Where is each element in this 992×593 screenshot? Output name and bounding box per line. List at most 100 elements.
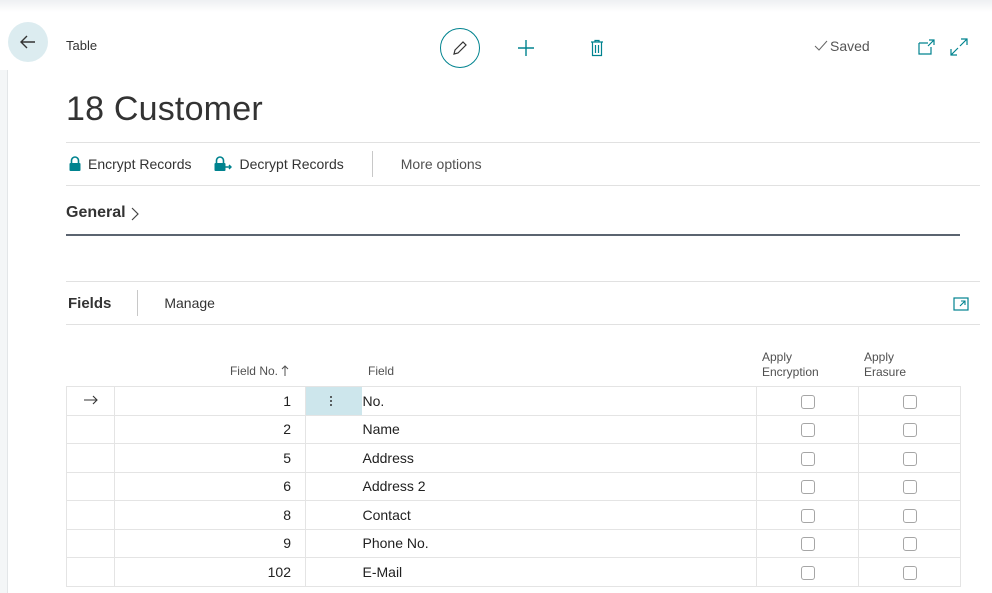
field-no-cell[interactable]: 5 bbox=[114, 443, 306, 473]
row-indicator-cell[interactable] bbox=[66, 386, 115, 416]
field-name-cell[interactable]: No. bbox=[361, 386, 757, 416]
more-vertical-icon[interactable] bbox=[318, 387, 344, 415]
field-no-cell[interactable]: 102 bbox=[114, 557, 306, 587]
decrypt-records-action[interactable]: Decrypt Records bbox=[213, 156, 344, 172]
table-row[interactable]: 102 E-Mail bbox=[66, 557, 961, 587]
manage-menu-button[interactable]: Manage bbox=[164, 295, 215, 311]
apply-erasure-cell bbox=[858, 557, 961, 587]
field-name-cell[interactable]: Address bbox=[361, 443, 757, 473]
field-name-cell[interactable]: Contact bbox=[361, 500, 757, 530]
apply-erasure-checkbox[interactable] bbox=[902, 423, 917, 438]
row-indicator-cell[interactable] bbox=[66, 528, 115, 558]
apply-erasure-checkbox[interactable] bbox=[902, 537, 917, 552]
apply-erasure-cell bbox=[858, 443, 961, 473]
apply-erasure-checkbox[interactable] bbox=[902, 480, 917, 495]
trash-icon bbox=[591, 39, 603, 57]
row-indicator-cell[interactable] bbox=[66, 500, 115, 530]
page-caption: Table bbox=[66, 38, 98, 53]
row-indicator-cell[interactable] bbox=[66, 443, 115, 473]
field-name-cell[interactable]: E-Mail bbox=[361, 557, 757, 587]
column-header-apply-erasure-line2: Erasure bbox=[864, 365, 907, 379]
apply-encryption-cell bbox=[756, 500, 859, 530]
apply-encryption-checkbox[interactable] bbox=[800, 451, 815, 466]
field-no-cell[interactable]: 2 bbox=[114, 414, 306, 444]
apply-erasure-cell bbox=[858, 528, 961, 558]
action-divider bbox=[371, 151, 373, 177]
table-row[interactable]: 2 Name bbox=[66, 414, 961, 444]
apply-erasure-cell bbox=[858, 414, 961, 444]
expand-button[interactable] bbox=[948, 36, 970, 58]
column-header-field[interactable]: Field bbox=[368, 364, 394, 378]
row-menu-cell bbox=[305, 471, 362, 501]
row-indicator-cell[interactable] bbox=[66, 414, 115, 444]
page-title: 18 Customer bbox=[66, 90, 263, 128]
saved-label: Saved bbox=[830, 38, 870, 54]
apply-encryption-checkbox[interactable] bbox=[800, 423, 815, 438]
column-header-field-no[interactable]: Field No. bbox=[230, 364, 289, 378]
field-name-cell[interactable]: Phone No. bbox=[361, 528, 757, 558]
open-new-window-button[interactable] bbox=[916, 36, 938, 58]
plus-icon bbox=[518, 40, 534, 56]
row-menu-cell bbox=[305, 443, 362, 473]
expand-icon bbox=[950, 38, 968, 56]
apply-encryption-cell bbox=[756, 471, 859, 501]
row-menu-cell bbox=[305, 557, 362, 587]
expand-part-icon[interactable] bbox=[952, 295, 970, 313]
edit-button[interactable] bbox=[440, 28, 480, 68]
pencil-icon bbox=[453, 41, 467, 55]
top-shadow bbox=[0, 0, 992, 12]
table-row[interactable]: 6 Address 2 bbox=[66, 471, 961, 501]
apply-encryption-checkbox[interactable] bbox=[800, 565, 815, 580]
field-no-cell[interactable]: 6 bbox=[114, 471, 306, 501]
column-header-apply-encryption[interactable]: Apply Encryption bbox=[762, 350, 819, 380]
apply-encryption-checkbox[interactable] bbox=[800, 508, 815, 523]
apply-encryption-checkbox[interactable] bbox=[800, 480, 815, 495]
column-header-apply-erasure[interactable]: Apply Erasure bbox=[864, 350, 906, 380]
row-indicator-cell[interactable] bbox=[66, 557, 115, 587]
check-icon bbox=[814, 40, 828, 51]
open-new-window-icon bbox=[918, 39, 935, 55]
table-row[interactable]: 9 Phone No. bbox=[66, 528, 961, 558]
apply-encryption-cell bbox=[756, 443, 859, 473]
field-name-cell[interactable]: Address 2 bbox=[361, 471, 757, 501]
row-menu-cell[interactable] bbox=[305, 386, 362, 416]
column-header-apply-encryption-line1: Apply bbox=[762, 350, 793, 364]
row-menu-cell bbox=[305, 500, 362, 530]
apply-encryption-checkbox[interactable] bbox=[800, 394, 815, 409]
apply-erasure-cell bbox=[858, 386, 961, 416]
more-options-button[interactable]: More options bbox=[401, 156, 482, 172]
apply-erasure-cell bbox=[858, 500, 961, 530]
saved-status: Saved bbox=[814, 38, 870, 54]
action-bar: Encrypt Records Decrypt Records More opt… bbox=[66, 142, 980, 186]
column-header-field-no-label: Field No. bbox=[229, 364, 278, 378]
apply-erasure-checkbox[interactable] bbox=[902, 565, 917, 580]
decrypt-records-label: Decrypt Records bbox=[239, 156, 344, 172]
fields-divider bbox=[137, 290, 139, 316]
encrypt-records-action[interactable]: Encrypt Records bbox=[68, 156, 191, 172]
field-no-cell[interactable]: 8 bbox=[114, 500, 306, 530]
apply-encryption-checkbox[interactable] bbox=[800, 537, 815, 552]
table-row[interactable]: 1 No. bbox=[66, 386, 961, 416]
apply-encryption-cell bbox=[756, 557, 859, 587]
table-row[interactable]: 5 Address bbox=[66, 443, 961, 473]
chevron-right-icon bbox=[131, 207, 139, 221]
table-row[interactable]: 8 Contact bbox=[66, 500, 961, 530]
new-button[interactable] bbox=[512, 34, 540, 62]
fields-part-header: Fields Manage bbox=[66, 281, 980, 325]
back-button[interactable] bbox=[8, 22, 48, 62]
field-name-cell[interactable]: Name bbox=[361, 414, 757, 444]
field-no-cell[interactable]: 9 bbox=[114, 528, 306, 558]
sort-ascending-icon bbox=[281, 365, 289, 376]
general-label: General bbox=[66, 204, 126, 221]
apply-erasure-checkbox[interactable] bbox=[902, 394, 917, 409]
general-fasttab[interactable]: General bbox=[66, 204, 960, 236]
apply-erasure-cell bbox=[858, 471, 961, 501]
apply-erasure-checkbox[interactable] bbox=[902, 508, 917, 523]
unlock-icon bbox=[214, 156, 233, 171]
delete-button[interactable] bbox=[583, 34, 611, 62]
field-no-cell[interactable]: 1 bbox=[114, 386, 306, 416]
grid-header: Field No. Field Apply Encryption Apply E… bbox=[66, 340, 960, 386]
apply-erasure-checkbox[interactable] bbox=[902, 451, 917, 466]
row-indicator-cell[interactable] bbox=[66, 471, 115, 501]
encrypt-records-label: Encrypt Records bbox=[88, 156, 192, 172]
